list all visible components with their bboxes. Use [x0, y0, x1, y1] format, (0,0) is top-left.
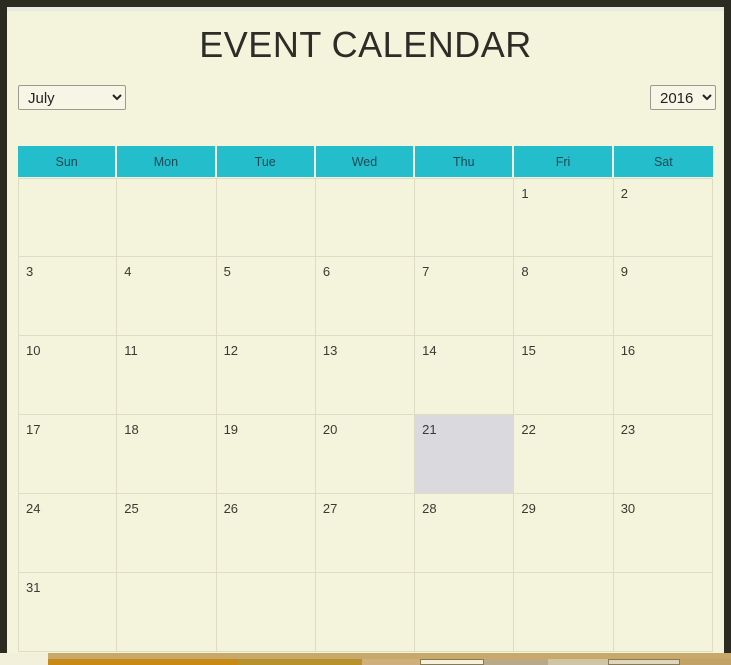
calendar-day-cell-27[interactable]: 27 [315, 494, 416, 573]
calendar-cell-empty [216, 178, 316, 257]
calendar-cell-empty [216, 573, 316, 652]
calendar-day-cell-26[interactable]: 26 [216, 494, 316, 573]
calendar-week-row: 3456789 [18, 257, 713, 336]
taskbar-task-item[interactable] [362, 659, 420, 665]
calendar-week-row: 24 25 26 27 28 29 30 [18, 494, 713, 573]
weekday-header-row: Sun Mon Tue Wed Thu Fri Sat [18, 146, 713, 178]
calendar-day-cell-3[interactable]: 3 [18, 257, 118, 336]
calendar-day-cell-12[interactable]: 12 [216, 336, 316, 415]
calendar-cell-empty [415, 573, 515, 652]
calendar-cell-empty [315, 573, 416, 652]
browser-chrome-strip [7, 7, 724, 11]
calendar-day-cell-30[interactable]: 30 [613, 494, 713, 573]
weekday-header-sat: Sat [613, 146, 713, 178]
month-select[interactable]: JanuaryFebruaryMarchAprilMayJuneJulyAugu… [18, 85, 126, 110]
calendar-day-cell-5[interactable]: 5 [216, 257, 316, 336]
calendar-day-cell-25[interactable]: 25 [117, 494, 217, 573]
calendar-page: EVENT CALENDAR JanuaryFebruaryMarchApril… [7, 7, 724, 665]
calendar-day-cell-9[interactable]: 9 [613, 257, 713, 336]
calendar-week-row: 17 18 19 20 21 22 23 [18, 415, 713, 494]
calendar-day-cell-29[interactable]: 29 [514, 494, 614, 573]
calendar-container: Sun Mon Tue Wed Thu Fri Sat 1 2 3 4 5 6 7 8 9 10 11 12 13 1… [18, 146, 713, 652]
calendar-day-cell-10[interactable]: 10 [18, 336, 118, 415]
calendar-cell-empty [315, 178, 416, 257]
calendar-day-cell-28[interactable]: 28 [415, 494, 515, 573]
calendar-day-cell-16[interactable]: 16 [613, 336, 713, 415]
taskbar-start-button[interactable] [0, 653, 48, 665]
calendar-cell-empty [117, 573, 217, 652]
calendar-day-cell-8[interactable]: 8 [514, 257, 614, 336]
calendar-day-cell-11[interactable]: 11 [117, 336, 217, 415]
weekday-header-mon: Mon [117, 146, 217, 178]
calendar-day-cell-4[interactable]: 4 [117, 257, 217, 336]
weekday-header-fri: Fri [514, 146, 614, 178]
weekday-header-thu: Thu [415, 146, 515, 178]
browser-viewport-frame: EVENT CALENDAR JanuaryFebruaryMarchApril… [0, 0, 731, 665]
calendar-day-cell-23[interactable]: 23 [613, 415, 713, 494]
calendar-day-cell-13[interactable]: 13 [315, 336, 416, 415]
calendar-selector-bar: JanuaryFebruaryMarchAprilMayJuneJulyAugu… [7, 85, 724, 129]
taskbar-task-item[interactable] [608, 659, 680, 665]
calendar-day-cell-7[interactable]: 7 [415, 257, 515, 336]
calendar-cell-empty [514, 573, 614, 652]
calendar-header-row-group: Sun Mon Tue Wed Thu Fri Sat [18, 146, 713, 178]
year-select[interactable]: 201220132014201520162017201820192020 [650, 85, 716, 110]
calendar-week-row: 31 [18, 573, 713, 652]
weekday-header-wed: Wed [315, 146, 416, 178]
calendar-day-cell-6[interactable]: 6 [315, 257, 416, 336]
calendar-day-cell-14[interactable]: 14 [415, 336, 515, 415]
calendar-day-cell-1[interactable]: 1 [514, 178, 614, 257]
calendar-body: 1 2 3 4 5 6 7 8 9 10 11 12 13 14 15 16 17 18 19 20 21 22 23 24 2… [18, 178, 713, 652]
taskbar-task-item[interactable] [548, 659, 608, 665]
calendar-day-cell-22[interactable]: 22 [514, 415, 614, 494]
taskbar-task-item[interactable] [484, 659, 548, 665]
desktop-taskbar[interactable] [0, 653, 731, 665]
calendar-cell-empty [613, 573, 713, 652]
taskbar-task-item[interactable] [238, 659, 362, 665]
page-title: EVENT CALENDAR [199, 24, 532, 65]
calendar-day-cell-17[interactable]: 17 [18, 415, 118, 494]
calendar-day-cell-24[interactable]: 24 [18, 494, 118, 573]
calendar-day-cell-2[interactable]: 2 [613, 178, 713, 257]
calendar-week-row: 10 11 12 13 14 15 16 [18, 336, 713, 415]
calendar-cell-empty [415, 178, 515, 257]
calendar-table: Sun Mon Tue Wed Thu Fri Sat 1 2 3 4 5 6 7 8 9 10 11 12 13 1… [18, 146, 713, 652]
taskbar-system-tray[interactable] [680, 659, 731, 665]
calendar-week-row: 12 [18, 178, 713, 257]
calendar-day-cell-31[interactable]: 31 [18, 573, 118, 652]
calendar-cell-empty [117, 178, 217, 257]
calendar-day-cell-20[interactable]: 20 [315, 415, 416, 494]
calendar-day-cell-15[interactable]: 15 [514, 336, 614, 415]
calendar-day-cell-selected-21[interactable]: 21 [415, 415, 515, 494]
weekday-header-sun: Sun [18, 146, 118, 178]
calendar-cell-empty [18, 178, 118, 257]
calendar-day-cell-18[interactable]: 18 [117, 415, 217, 494]
weekday-header-tue: Tue [216, 146, 316, 178]
taskbar-task-item[interactable] [420, 659, 484, 665]
calendar-day-cell-19[interactable]: 19 [216, 415, 316, 494]
taskbar-quick-launch[interactable] [48, 659, 238, 665]
